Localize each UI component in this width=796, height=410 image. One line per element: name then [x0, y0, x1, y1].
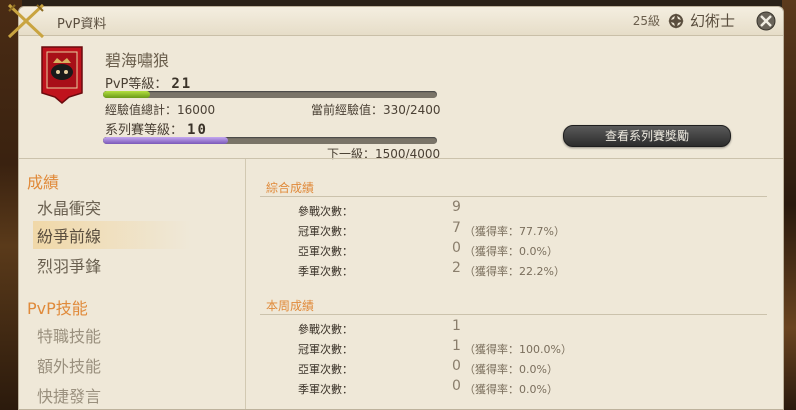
weekly-participations-value: 1 [452, 318, 461, 334]
close-icon[interactable] [755, 10, 777, 32]
series-rank-label: 系列賽等級： [105, 123, 184, 138]
stats-panel: 綜合成績 參戰次數： 9 冠軍次數： 7 （獲得率：77.7%） 亞軍次數： 0… [246, 159, 783, 409]
overall-third-rate: （獲得率：22.2%） [464, 265, 565, 278]
series-rank-row: 系列賽等級： 10 [105, 119, 208, 138]
weekly-heading: 本周成績 [266, 299, 315, 313]
weekly-second-value: 0 [452, 358, 461, 374]
record-heading: 成績 [27, 173, 60, 192]
sidebar-item-crystal-conflict[interactable]: 水晶衝突 [33, 193, 191, 221]
overall-first-value: 7 [452, 220, 461, 236]
series-exp-bar [103, 137, 437, 144]
overall-heading: 綜合成績 [266, 181, 315, 195]
series-exp-bar-fill [103, 137, 229, 144]
player-name: 碧海嘯狼 [105, 51, 170, 70]
pvp-rank-row: PvP等級： 21 [105, 73, 192, 92]
series-rank-value: 10 [187, 122, 208, 138]
exp-current: 當前經驗值：330/2400 [311, 103, 441, 117]
pvp-rank-value: 21 [171, 76, 193, 92]
pvp-profile-window: PvP資料 25級 幻術士 碧海嘯狼 PvP等級： 21 經驗值總計：16000… [7, 3, 784, 410]
weekly-third-value: 0 [452, 378, 461, 394]
weekly-first-value: 1 [452, 338, 461, 354]
weekly-participations-label: 參戰次數： [298, 323, 353, 336]
exp-total: 經驗值總計：16000 [105, 103, 216, 117]
grand-company-emblem-icon [41, 46, 83, 104]
weekly-second-label: 亞軍次數： [298, 363, 353, 376]
title-bar[interactable]: PvP資料 25級 幻術士 [7, 3, 783, 39]
pvp-exp-bar-fill [103, 91, 150, 98]
class-emblem-icon [667, 12, 684, 29]
overall-participations-value: 9 [452, 199, 461, 215]
pvp-rank-label: PvP等級： [105, 77, 168, 92]
overall-second-value: 0 [452, 240, 461, 256]
game-background-right [782, 0, 796, 410]
sidebar-item-quick-chat[interactable]: 快捷發言 [33, 381, 191, 409]
overall-first-label: 冠軍次數： [298, 225, 353, 238]
overall-first-rate: （獲得率：77.7%） [464, 225, 565, 238]
overall-second-rate: （獲得率：0.0%） [464, 245, 558, 258]
sidebar-item-extra-skills[interactable]: 額外技能 [33, 351, 191, 379]
weekly-third-rate: （獲得率：0.0%） [464, 383, 558, 396]
job-name: 幻術士 [689, 12, 735, 30]
level-class-display: 25級 幻術士 [633, 10, 735, 31]
pvp-exp-bar [103, 91, 437, 98]
pvp-header: 碧海嘯狼 PvP等級： 21 經驗值總計：16000 當前經驗值：330/2400… [19, 35, 783, 161]
weekly-first-rate: （獲得率：100.0%） [464, 343, 572, 356]
overall-third-label: 季軍次數： [298, 265, 353, 278]
overall-third-value: 2 [452, 260, 461, 276]
weekly-first-label: 冠軍次數： [298, 343, 353, 356]
sidebar: 成績 水晶衝突 紛爭前線 烈羽爭鋒 PvP技能 特職技能 額外技能 快捷發言 [19, 159, 245, 409]
weekly-second-rate: （獲得率：0.0%） [464, 363, 558, 376]
series-reward-button[interactable]: 查看系列賽獎勵 [563, 125, 731, 147]
sidebar-item-rival-wings[interactable]: 烈羽爭鋒 [33, 251, 191, 279]
sidebar-item-frontline[interactable]: 紛爭前線 [33, 221, 191, 249]
pvp-skills-heading: PvP技能 [27, 299, 88, 318]
weekly-third-label: 季軍次數： [298, 383, 353, 396]
window-title: PvP資料 [57, 17, 107, 32]
overall-heading-rule [260, 196, 767, 197]
overall-participations-label: 參戰次數： [298, 205, 353, 218]
overall-second-label: 亞軍次數： [298, 245, 353, 258]
character-level: 25級 [632, 14, 660, 28]
weekly-heading-rule [260, 314, 767, 315]
sidebar-item-job-skills[interactable]: 特職技能 [33, 321, 191, 349]
